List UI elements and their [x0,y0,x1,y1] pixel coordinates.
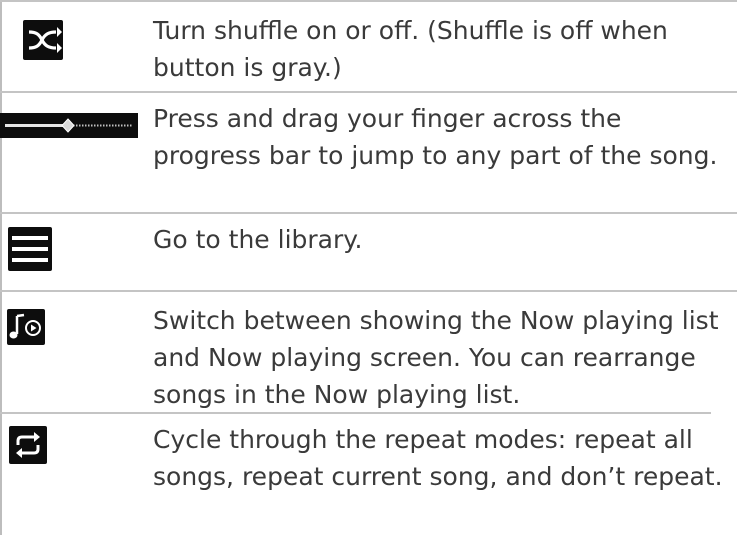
row-divider [0,290,737,292]
progress-bar-icon [0,113,138,138]
row-text-progress: Press and drag your finger across the pr… [153,104,718,170]
shuffle-icon [23,20,63,60]
library-menu-icon [8,227,52,271]
now-playing-icon [7,309,45,345]
row-divider [0,212,737,214]
row-text-repeat: Cycle through the repeat modes: repeat a… [153,425,723,491]
row-divider [0,0,737,2]
row-text-library: Go to the library. [153,225,363,254]
row-text-now-playing: Switch between showing the Now playing l… [153,306,719,409]
row-divider [0,412,711,414]
row-divider [0,91,737,93]
repeat-icon [9,426,47,464]
row-text-shuffle: Turn shuffle on or off. (Shuffle is off … [153,16,668,82]
button-reference-table: Turn shuffle on or off. (Shuffle is off … [0,0,737,535]
table-left-border [0,0,2,535]
